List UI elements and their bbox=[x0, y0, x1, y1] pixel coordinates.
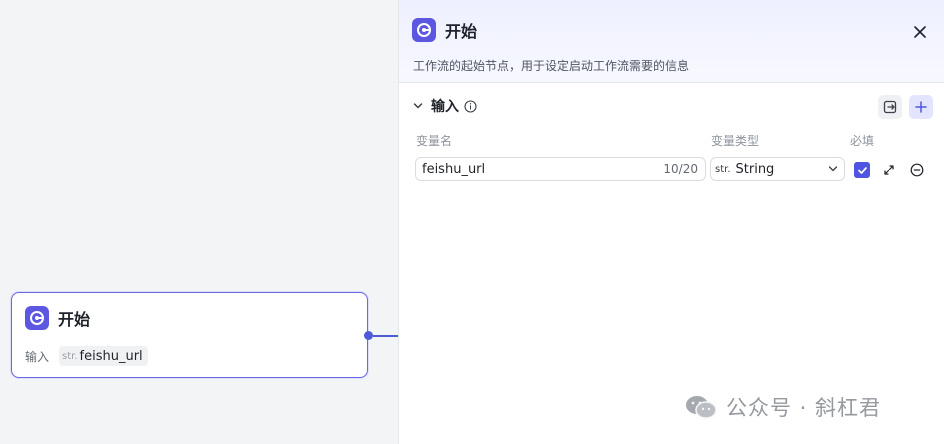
import-variable-button[interactable] bbox=[878, 95, 902, 119]
start-node-icon bbox=[412, 18, 436, 42]
column-header-required: 必填 bbox=[850, 134, 875, 148]
panel-title[interactable]: 开始 bbox=[445, 18, 477, 42]
node-edge bbox=[373, 335, 399, 337]
variable-chip-name: feishu_url bbox=[79, 348, 143, 364]
add-variable-button[interactable] bbox=[909, 95, 933, 119]
watermark-text: 公众号 · 斜杠君 bbox=[726, 396, 882, 420]
chevron-down-icon bbox=[828, 166, 838, 172]
chevron-down-icon[interactable] bbox=[413, 101, 423, 111]
watermark: 公众号 · 斜杠君 bbox=[684, 392, 881, 422]
panel-description: 工作流的起始节点，用于设定启动工作流需要的信息 bbox=[413, 59, 690, 73]
import-icon bbox=[883, 100, 897, 114]
start-node-header: 开始 bbox=[25, 306, 90, 330]
variable-type-mark: str. bbox=[715, 163, 731, 175]
workflow-canvas[interactable]: 开始 输入 str. feishu_url bbox=[0, 0, 400, 444]
input-section-header[interactable]: 输入 bbox=[413, 96, 477, 116]
input-section-title: 输入 bbox=[431, 99, 459, 115]
close-icon bbox=[914, 26, 926, 38]
check-icon bbox=[857, 166, 867, 174]
start-node-icon bbox=[25, 306, 49, 330]
required-checkbox[interactable] bbox=[854, 162, 870, 178]
expand-icon bbox=[884, 165, 894, 175]
plus-icon bbox=[915, 101, 927, 113]
remove-variable-button[interactable] bbox=[908, 161, 926, 179]
close-button[interactable] bbox=[908, 20, 932, 44]
start-node-input-label: 输入 bbox=[25, 349, 50, 364]
node-config-panel: 开始 工作流的起始节点，用于设定启动工作流需要的信息 输入 变量名 变量类型 必… bbox=[398, 0, 944, 444]
variable-chip: str. feishu_url bbox=[59, 346, 148, 366]
minus-circle-icon bbox=[910, 163, 924, 177]
variable-name-char-count: 10/20 bbox=[663, 162, 698, 176]
variable-name-input[interactable]: feishu_url 10/20 bbox=[415, 157, 706, 181]
variable-name-value[interactable]: feishu_url bbox=[422, 162, 663, 177]
node-output-port[interactable] bbox=[364, 331, 373, 340]
panel-header: 开始 工作流的起始节点，用于设定启动工作流需要的信息 bbox=[399, 0, 944, 83]
start-node[interactable]: 开始 输入 str. feishu_url bbox=[11, 292, 368, 378]
wechat-icon bbox=[686, 396, 717, 419]
variable-chip-type: str. bbox=[62, 350, 78, 362]
start-node-title: 开始 bbox=[58, 310, 91, 329]
column-header-name: 变量名 bbox=[416, 134, 453, 148]
expand-button[interactable] bbox=[880, 161, 898, 179]
variable-type-value: String bbox=[735, 161, 775, 177]
column-header-type: 变量类型 bbox=[711, 134, 760, 148]
start-node-input-row: 输入 str. feishu_url bbox=[25, 346, 148, 366]
panel-title-row: 开始 bbox=[412, 18, 477, 42]
info-icon[interactable] bbox=[464, 99, 477, 113]
variable-type-select[interactable]: str. String bbox=[710, 157, 845, 181]
